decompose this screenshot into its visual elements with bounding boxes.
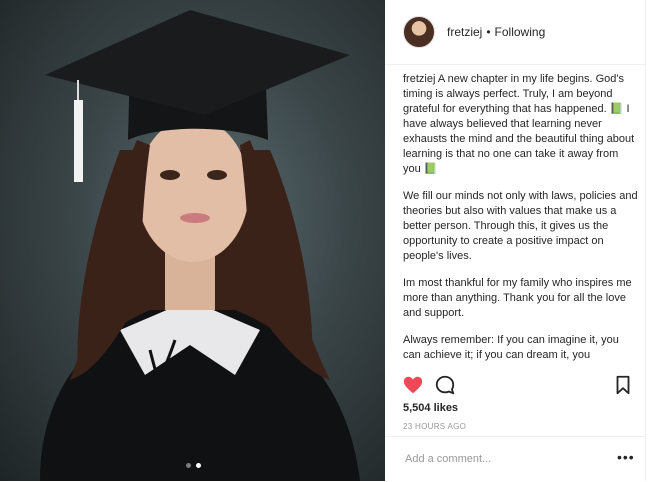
action-bar bbox=[385, 372, 645, 398]
caption-text: A new chapter in my life begins. God's t… bbox=[403, 73, 635, 175]
header-text: fretziej • Following bbox=[447, 25, 545, 39]
post-header: fretziej • Following bbox=[385, 0, 645, 65]
caption-paragraph: fretziej A new chapter in my life begins… bbox=[403, 72, 638, 177]
caption-username-link[interactable]: fretziej bbox=[403, 73, 435, 85]
like-count[interactable]: 5,504 likes bbox=[403, 402, 458, 414]
header-separator: • bbox=[486, 25, 491, 39]
instagram-post: fretziej • Following fretziej A new chapte… bbox=[0, 0, 660, 481]
graduation-portrait-image bbox=[40, 10, 360, 481]
caption-paragraph: Im most thankful for my family who inspi… bbox=[403, 277, 632, 319]
heart-icon[interactable] bbox=[402, 374, 424, 396]
comment-input[interactable] bbox=[403, 452, 597, 466]
caption-paragraph: Always remember: If you can imagine it, … bbox=[403, 334, 619, 361]
post-photo[interactable] bbox=[0, 0, 385, 481]
carousel-dot[interactable] bbox=[186, 463, 191, 468]
bookmark-icon[interactable] bbox=[612, 374, 634, 396]
carousel-dots bbox=[186, 463, 201, 468]
post-timestamp[interactable]: 23 HOURS AGO bbox=[403, 422, 466, 431]
following-button[interactable]: Following bbox=[495, 25, 546, 39]
avatar[interactable] bbox=[403, 16, 435, 48]
post-side-panel: fretziej • Following fretziej A new chapte… bbox=[385, 0, 646, 481]
caption: fretziej A new chapter in my life begins… bbox=[403, 72, 638, 368]
carousel-dot-active[interactable] bbox=[196, 463, 201, 468]
comment-bar: ••• bbox=[385, 436, 645, 482]
username-link[interactable]: fretziej bbox=[447, 25, 482, 39]
more-icon[interactable]: ••• bbox=[617, 449, 635, 465]
caption-paragraph: We fill our minds not only with laws, po… bbox=[403, 190, 638, 262]
comment-icon[interactable] bbox=[434, 374, 456, 396]
